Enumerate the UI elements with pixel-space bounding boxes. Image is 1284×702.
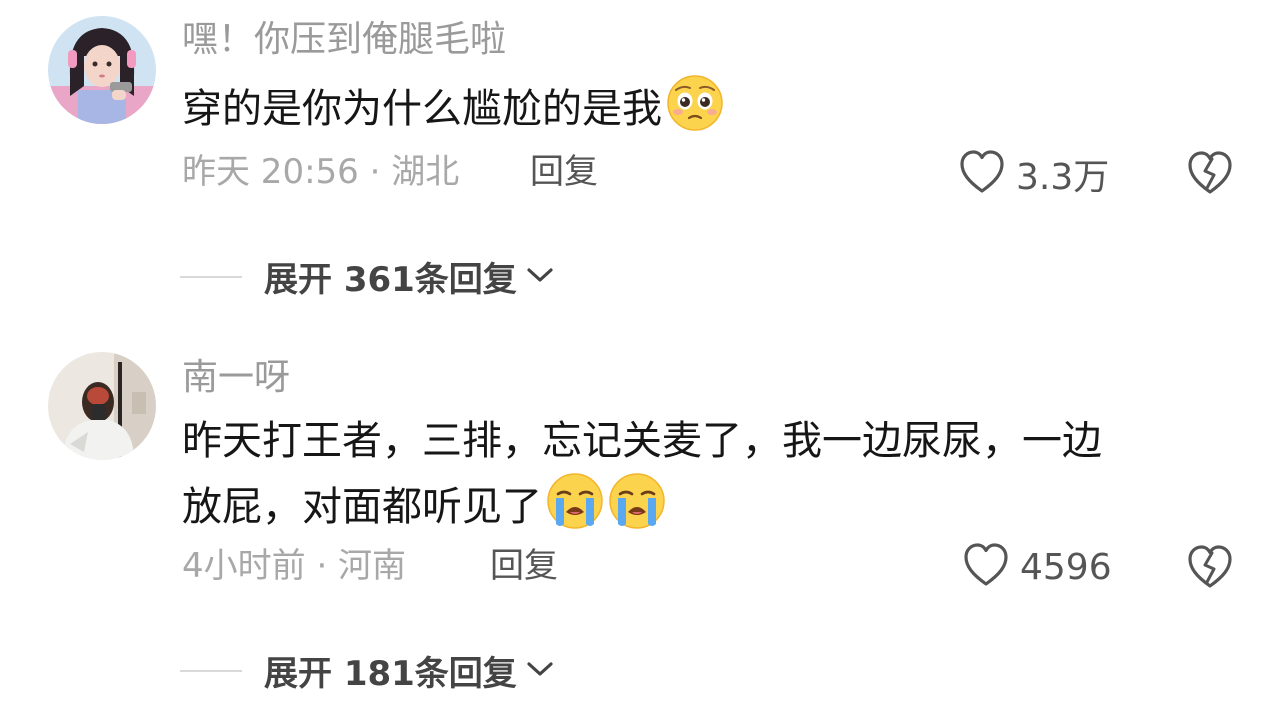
reply-button[interactable]: 回复 (530, 150, 598, 194)
avatar[interactable] (48, 16, 156, 124)
like-count: 4596 (1020, 546, 1112, 588)
dislike-button[interactable] (1186, 544, 1234, 594)
comment-text-body: 放屁，对面都听见了 (182, 484, 542, 530)
like-button[interactable]: 3.3万 (958, 148, 1109, 200)
heart-icon (962, 542, 1010, 592)
expand-replies-label: 展开 181条回复 (264, 654, 517, 694)
like-button[interactable]: 4596 (962, 542, 1112, 592)
divider-line (180, 669, 242, 672)
chevron-down-icon (525, 659, 555, 683)
broken-heart-icon (1186, 151, 1234, 200)
expand-replies-label: 展开 361条回复 (264, 260, 517, 300)
dislike-button[interactable] (1186, 150, 1234, 200)
comment-text: 穿的是你为什么尴尬的是我 (182, 74, 1242, 150)
pleading-face-emoji-icon (666, 74, 724, 150)
loudly-crying-face-emoji-icon (546, 472, 604, 548)
time-location: 4小时前 · 河南 (182, 546, 407, 586)
expand-replies-button[interactable]: 展开 181条回复 (180, 646, 555, 695)
broken-heart-icon (1186, 545, 1234, 594)
comment-text-line-2: 放屁，对面都听见了 (182, 472, 1242, 548)
loudly-crying-face-emoji-icon (608, 472, 666, 548)
comment-text: 昨天打王者，三排，忘记关麦了，我一边尿尿，一边 放屁，对面都听见了 (182, 410, 1242, 548)
comment-text-line: 昨天打王者，三排，忘记关麦了，我一边尿尿，一边 (182, 418, 1102, 464)
comment-text-body: 穿的是你为什么尴尬的是我 (182, 86, 662, 132)
username[interactable]: 南一呀 (182, 356, 290, 400)
reply-button[interactable]: 回复 (490, 544, 558, 588)
avatar[interactable] (48, 352, 156, 460)
divider-line (180, 275, 242, 278)
comment-item: 南一呀 昨天打王者，三排，忘记关麦了，我一边尿尿，一边 放屁，对面都听见了 4小… (0, 320, 1284, 702)
heart-icon (958, 149, 1006, 199)
time-location: 昨天 20:56 · 湖北 (182, 152, 460, 192)
like-count: 3.3万 (1016, 157, 1110, 198)
chevron-down-icon (525, 265, 555, 289)
expand-replies-button[interactable]: 展开 361条回复 (180, 252, 555, 301)
username[interactable]: 嘿！你压到俺腿毛啦 (182, 18, 506, 62)
comment-item: 嘿！你压到俺腿毛啦 穿的是你为什么尴尬的是我 昨天 20:56 · 湖北 回复 (0, 0, 1284, 320)
